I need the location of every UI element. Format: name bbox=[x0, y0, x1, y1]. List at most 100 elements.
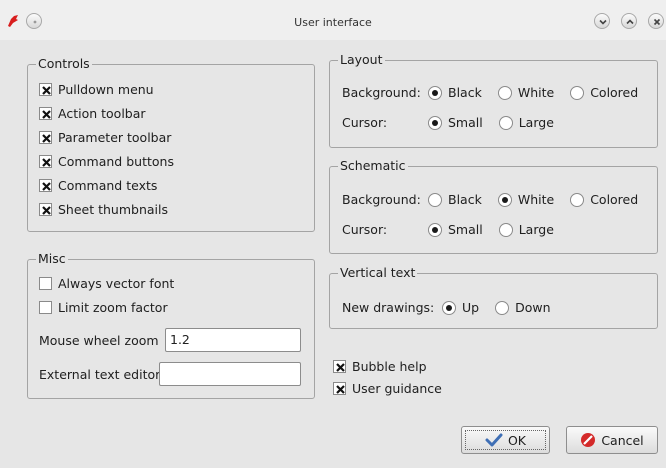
layout-background-black-radio[interactable]: Black bbox=[428, 85, 482, 100]
schematic-cursor-small-radio[interactable]: Small bbox=[428, 222, 483, 237]
layout-background-white-label: White bbox=[517, 85, 555, 100]
vertical-text-group: Vertical text New drawings: Up Down bbox=[329, 265, 658, 329]
radio-circle[interactable] bbox=[428, 192, 442, 207]
check-x-icon bbox=[42, 110, 51, 119]
check-x-icon bbox=[42, 86, 51, 95]
sheet-thumbnails-checkbox[interactable]: Sheet thumbnails bbox=[39, 202, 168, 217]
close-button[interactable] bbox=[648, 13, 664, 29]
limit-zoom-factor-label: Limit zoom factor bbox=[58, 300, 168, 315]
action-toolbar-checkbox[interactable]: Action toolbar bbox=[39, 106, 146, 121]
layout-cursor-label: Cursor: bbox=[342, 115, 388, 130]
command-buttons-checkbox[interactable]: Command buttons bbox=[39, 154, 174, 169]
minimize-button[interactable] bbox=[594, 13, 610, 29]
layout-legend: Layout bbox=[338, 52, 385, 68]
check-x-icon bbox=[336, 363, 345, 372]
sheet-thumbnails-label: Sheet thumbnails bbox=[58, 202, 169, 217]
external-text-editor-label: External text editor bbox=[39, 367, 161, 382]
layout-cursor-small-radio[interactable]: Small bbox=[428, 115, 483, 130]
user-guidance-label: User guidance bbox=[352, 381, 442, 396]
radio-circle[interactable] bbox=[495, 300, 510, 315]
bubble-help-label: Bubble help bbox=[352, 359, 427, 374]
action-toolbar-label: Action toolbar bbox=[58, 106, 146, 121]
schematic-background-black-radio[interactable]: Black bbox=[428, 192, 482, 207]
schematic-cursor-large-radio[interactable]: Large bbox=[498, 222, 554, 237]
schematic-legend: Schematic bbox=[338, 158, 408, 174]
schematic-background-label: Background: bbox=[342, 192, 421, 207]
schematic-background-white-radio[interactable]: White bbox=[497, 192, 554, 207]
cancel-button[interactable]: Cancel bbox=[566, 426, 658, 454]
new-drawings-down-label: Down bbox=[515, 300, 551, 315]
mouse-wheel-zoom-input[interactable]: 1.2 bbox=[165, 328, 301, 352]
checkbox-box[interactable] bbox=[39, 107, 52, 120]
vertical-text-legend: Vertical text bbox=[338, 265, 418, 281]
checkbox-box[interactable] bbox=[39, 83, 52, 96]
radio-circle[interactable] bbox=[442, 300, 456, 315]
new-drawings-down-radio[interactable]: Down bbox=[495, 300, 551, 315]
layout-background-row: Background: Black White Colored bbox=[342, 85, 654, 100]
checkbox-box[interactable] bbox=[333, 360, 346, 373]
external-text-editor-input[interactable] bbox=[159, 362, 301, 386]
layout-group: Layout Background: Black White Colored Cur… bbox=[329, 52, 658, 148]
checkbox-box[interactable] bbox=[39, 277, 52, 290]
command-texts-label: Command texts bbox=[58, 178, 158, 193]
checkbox-box[interactable] bbox=[39, 179, 52, 192]
bubble-help-checkbox[interactable]: Bubble help bbox=[333, 359, 427, 374]
title-bar: User interface bbox=[0, 0, 666, 40]
layout-background-colored-label: Colored bbox=[590, 85, 639, 100]
parameter-toolbar-label: Parameter toolbar bbox=[58, 130, 172, 145]
always-vector-font-checkbox[interactable]: Always vector font bbox=[39, 276, 174, 291]
checkbox-box[interactable] bbox=[39, 203, 52, 216]
limit-zoom-factor-checkbox[interactable]: Limit zoom factor bbox=[39, 300, 168, 315]
radio-circle[interactable] bbox=[428, 222, 442, 237]
radio-circle[interactable] bbox=[497, 192, 512, 207]
schematic-background-row: Background: Black White Colored bbox=[342, 192, 654, 207]
schematic-cursor-row: Cursor: Small Large bbox=[342, 222, 570, 237]
layout-cursor-large-radio[interactable]: Large bbox=[498, 115, 554, 130]
window-title: User interface bbox=[294, 16, 372, 29]
checkbox-box[interactable] bbox=[39, 155, 52, 168]
checkbox-box[interactable] bbox=[39, 131, 52, 144]
new-drawings-up-radio[interactable]: Up bbox=[442, 300, 479, 315]
focus-ring bbox=[465, 430, 546, 450]
layout-background-label: Background: bbox=[342, 85, 421, 100]
check-x-icon bbox=[42, 134, 51, 143]
layout-cursor-small-label: Small bbox=[448, 115, 483, 130]
misc-legend: Misc bbox=[36, 251, 68, 267]
radio-circle[interactable] bbox=[497, 85, 512, 100]
pulldown-menu-checkbox[interactable]: Pulldown menu bbox=[39, 82, 154, 97]
checkbox-box[interactable] bbox=[333, 382, 346, 395]
checkbox-box[interactable] bbox=[39, 301, 52, 314]
mouse-wheel-zoom-label: Mouse wheel zoom bbox=[39, 333, 159, 348]
new-drawings-row: New drawings: Up Down bbox=[342, 300, 567, 315]
maximize-button[interactable] bbox=[621, 13, 637, 29]
schematic-cursor-label: Cursor: bbox=[342, 222, 388, 237]
radio-circle[interactable] bbox=[428, 115, 442, 130]
radio-circle[interactable] bbox=[498, 115, 513, 130]
close-icon bbox=[653, 18, 661, 26]
check-x-icon bbox=[42, 158, 51, 167]
radio-circle[interactable] bbox=[570, 192, 585, 207]
pulldown-menu-label: Pulldown menu bbox=[58, 82, 154, 97]
misc-group: Misc Always vector font Limit zoom facto… bbox=[27, 251, 315, 399]
layout-cursor-row: Cursor: Small Large bbox=[342, 115, 570, 130]
schematic-background-colored-label: Colored bbox=[590, 192, 639, 207]
parameter-toolbar-checkbox[interactable]: Parameter toolbar bbox=[39, 130, 171, 145]
layout-background-colored-radio[interactable]: Colored bbox=[570, 85, 638, 100]
schematic-cursor-large-label: Large bbox=[518, 222, 554, 237]
cancel-icon bbox=[581, 433, 596, 447]
ok-button[interactable]: OK bbox=[461, 426, 550, 454]
check-x-icon bbox=[42, 206, 51, 215]
check-x-icon bbox=[42, 182, 51, 191]
schematic-group: Schematic Background: Black White Colored … bbox=[329, 158, 658, 254]
chevron-up-icon bbox=[626, 19, 634, 25]
always-vector-font-label: Always vector font bbox=[58, 276, 175, 291]
radio-circle[interactable] bbox=[498, 222, 513, 237]
command-texts-checkbox[interactable]: Command texts bbox=[39, 178, 157, 193]
schematic-background-colored-radio[interactable]: Colored bbox=[570, 192, 638, 207]
check-x-icon bbox=[336, 385, 345, 394]
radio-circle[interactable] bbox=[428, 85, 442, 100]
user-guidance-checkbox[interactable]: User guidance bbox=[333, 381, 442, 396]
layout-background-white-radio[interactable]: White bbox=[497, 85, 555, 100]
radio-circle[interactable] bbox=[570, 85, 585, 100]
cancel-label: Cancel bbox=[601, 432, 644, 448]
